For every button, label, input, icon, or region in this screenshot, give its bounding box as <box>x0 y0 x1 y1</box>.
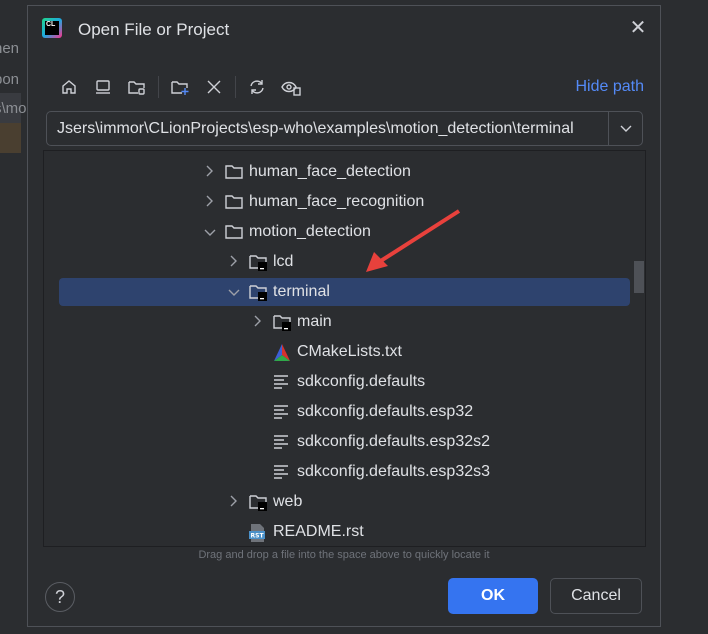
tree-item[interactable]: CMakeLists.txt <box>44 337 630 367</box>
text-icon <box>272 463 294 481</box>
dialog-title: Open File or Project <box>78 20 230 39</box>
cmake-icon <box>272 343 294 361</box>
cancel-button[interactable]: Cancel <box>550 578 642 614</box>
module-icon <box>272 313 294 331</box>
tree-item-label: CMakeLists.txt <box>297 343 402 360</box>
tree-item[interactable]: main <box>44 307 630 337</box>
tree-item[interactable]: sdkconfig.defaults.esp32 <box>44 397 630 427</box>
tree-item-label: terminal <box>273 283 330 300</box>
bg-text: nen <box>0 40 20 57</box>
module-icon <box>248 253 270 271</box>
chevron-down-icon[interactable] <box>202 225 218 240</box>
tree-item-label: sdkconfig.defaults.esp32 <box>297 403 474 420</box>
folder-icon <box>224 163 246 181</box>
help-button[interactable]: ? <box>45 582 75 612</box>
tree-item-label: main <box>297 313 332 330</box>
tree-item-label: README.rst <box>273 523 364 540</box>
tree-item-label: lcd <box>273 253 294 270</box>
folder-icon <box>224 223 246 241</box>
tree-item-label: sdkconfig.defaults <box>297 373 426 390</box>
scrollbar[interactable] <box>634 261 644 293</box>
folder-icon <box>224 193 246 211</box>
project-folder-icon[interactable] <box>124 74 150 100</box>
open-file-dialog: CL Open File or Project ✕ Hide path Jser… <box>27 5 661 627</box>
close-button[interactable]: ✕ <box>628 18 648 38</box>
text-icon <box>272 433 294 451</box>
drag-drop-hint: Drag and drop a file into the space abov… <box>198 549 490 561</box>
chevron-right-icon[interactable] <box>202 195 218 210</box>
text-icon <box>272 373 294 391</box>
tree-item-label: human_face_detection <box>249 163 411 180</box>
tree-item[interactable]: motion_detection <box>44 217 630 247</box>
svg-text:RST: RST <box>251 533 265 540</box>
bg-text: pon <box>0 71 20 88</box>
text-icon <box>272 403 294 421</box>
chevron-right-icon[interactable] <box>202 165 218 180</box>
chevron-right-icon[interactable] <box>226 255 242 270</box>
chevron-right-icon[interactable] <box>250 315 266 330</box>
tree-item[interactable]: sdkconfig.defaults <box>44 367 630 397</box>
tree-item-label: motion_detection <box>249 223 371 240</box>
tree-item[interactable]: sdkconfig.defaults.esp32s3 <box>44 457 630 487</box>
refresh-icon[interactable] <box>244 74 270 100</box>
tree-item[interactable]: web <box>44 487 630 517</box>
tree-item[interactable]: lcd <box>44 247 630 277</box>
toolbar <box>56 74 304 100</box>
module-icon <box>248 283 270 301</box>
file-tree[interactable]: human_face_detection human_face_recogniti… <box>43 150 646 547</box>
path-input[interactable]: Jsers\immor\CLionProjects\esp-who\exampl… <box>47 112 609 145</box>
ok-button[interactable]: OK <box>448 578 538 614</box>
tree-item[interactable]: human_face_detection <box>44 157 630 187</box>
rst-icon: RST <box>248 523 270 542</box>
tree-item-label: sdkconfig.defaults.esp32s2 <box>297 433 491 450</box>
delete-icon[interactable] <box>201 74 227 100</box>
module-icon <box>248 493 270 511</box>
tree-item-label: sdkconfig.defaults.esp32s3 <box>297 463 491 480</box>
chevron-down-icon[interactable] <box>226 285 242 300</box>
tree-item[interactable]: sdkconfig.defaults.esp32s2 <box>44 427 630 457</box>
desktop-icon[interactable] <box>90 74 116 100</box>
tree-item[interactable]: terminal <box>59 278 630 306</box>
tree-item[interactable]: human_face_recognition <box>44 187 630 217</box>
path-field[interactable]: Jsers\immor\CLionProjects\esp-who\exampl… <box>46 111 643 146</box>
background-app: nen pon s\mo <box>0 0 27 634</box>
tree-item-label: human_face_recognition <box>249 193 425 210</box>
chevron-down-icon[interactable] <box>609 112 642 145</box>
bg-text: s\mo <box>0 100 27 117</box>
hide-path-link[interactable]: Hide path <box>576 78 645 96</box>
show-hidden-icon[interactable] <box>278 74 304 100</box>
new-folder-icon[interactable] <box>167 74 193 100</box>
tree-item[interactable]: RST README.rst <box>44 517 630 546</box>
clion-logo: CL <box>42 18 62 38</box>
tree-item-label: web <box>273 493 303 510</box>
home-icon[interactable] <box>56 74 82 100</box>
chevron-right-icon[interactable] <box>226 495 242 510</box>
